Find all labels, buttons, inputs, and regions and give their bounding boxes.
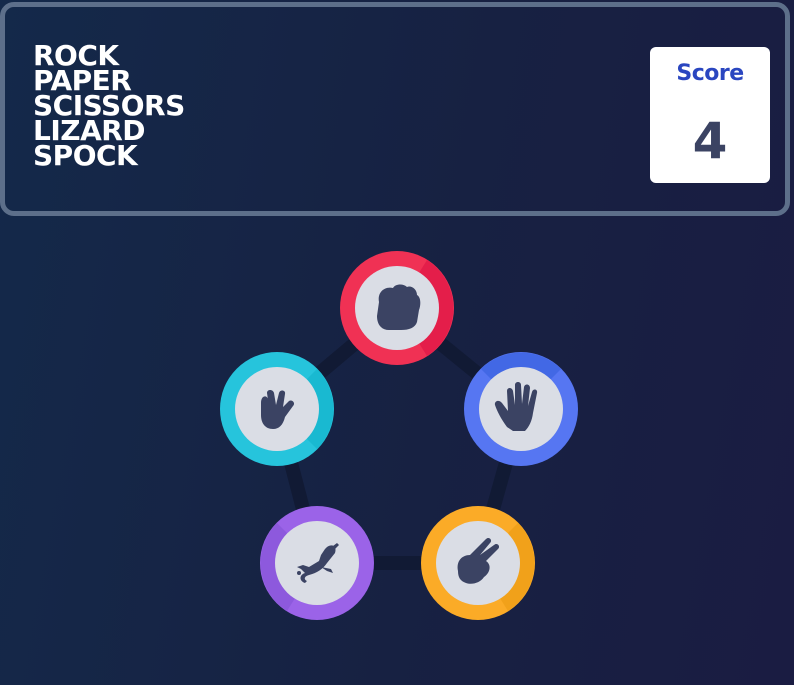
rock-token[interactable] [340,251,454,365]
rock-fist-icon [377,284,421,330]
spock-token[interactable] [220,352,334,466]
game-board [220,251,578,620]
paper-token[interactable] [464,352,578,466]
lizard-token[interactable] [260,506,374,620]
scissors-token[interactable] [421,506,535,620]
